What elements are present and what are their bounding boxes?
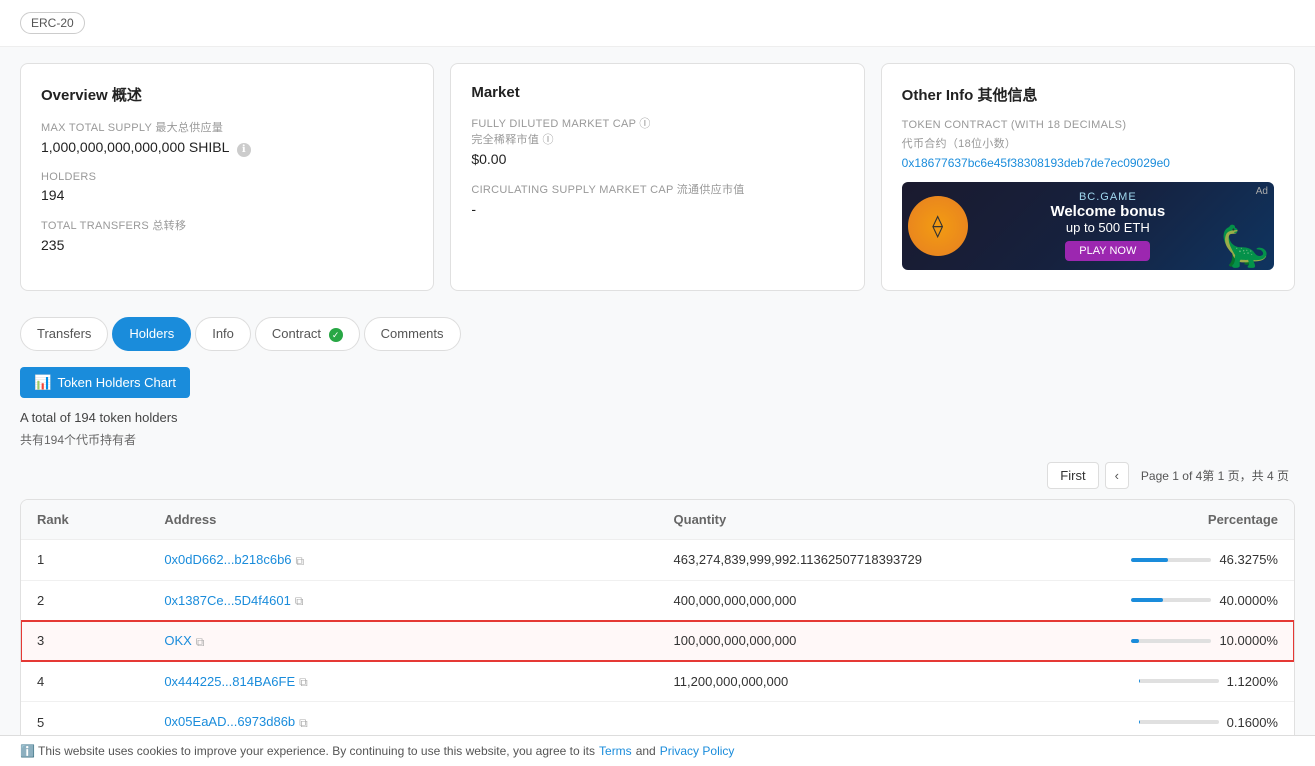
overview-card: Overview 概述 MAX TOTAL SUPPLY 最大总供应量 1,00… — [20, 63, 434, 291]
quantity-cell-1: 463,274,839,999,992.11362507718393729 — [658, 540, 1040, 581]
ad-content: BC.GAME Welcome bonus up to 500 ETH PLAY… — [1050, 191, 1165, 261]
terms-link[interactable]: Terms — [599, 744, 632, 758]
copy-icon-2[interactable]: ⧉ — [295, 594, 309, 608]
transfers-value: 235 — [41, 237, 413, 253]
ad-coin-icon: ⟠ — [908, 196, 968, 256]
tab-comments[interactable]: Comments — [364, 317, 461, 351]
percentage-cell-2: 40.0000% — [1039, 580, 1294, 621]
ad-dino-icon: 🦕 — [1220, 223, 1270, 270]
ad-headline: Welcome bonus — [1050, 203, 1165, 220]
quantity-cell-4: 11,200,000,000,000 — [658, 661, 1040, 702]
other-info-title: Other Info 其他信息 — [902, 84, 1274, 105]
contract-label: TOKEN CONTRACT (WITH 18 DECIMALS) — [902, 119, 1274, 131]
chart-icon: 📊 — [34, 374, 51, 391]
ad-label: Ad — [1256, 186, 1268, 197]
holders-total-text: A total of 194 token holders — [20, 410, 1295, 425]
tab-transfers[interactable]: Transfers — [20, 317, 108, 351]
tabs-bar: Transfers Holders Info Contract ✓ Commen… — [0, 307, 1315, 351]
transfers-label: TOTAL TRANSFERS 总转移 — [41, 217, 413, 233]
col-header-address: Address — [148, 500, 657, 540]
holders-table-wrap: Rank Address Quantity Percentage 10x0dD6… — [20, 499, 1295, 743]
top-bar: ERC-20 — [0, 0, 1315, 47]
holders-total-cn: 共有194个代币持有者 — [20, 431, 1295, 448]
copy-icon-1[interactable]: ⧉ — [296, 554, 310, 568]
pct-text-4: 1.1200% — [1227, 674, 1278, 689]
holders-value: 194 — [41, 187, 413, 203]
holders-table: Rank Address Quantity Percentage 10x0dD6… — [21, 500, 1294, 742]
address-link-4[interactable]: 0x444225...814BA6FE — [164, 674, 295, 689]
percentage-cell-1: 46.3275% — [1039, 540, 1294, 581]
rank-1: 1 — [21, 540, 148, 581]
table-row: 1 0x0dD662...b218c6b6 ⧉ 463,274,839,999,992… — [21, 540, 1294, 581]
erc20-badge: ERC-20 — [20, 12, 85, 34]
holders-label: HOLDERS — [41, 171, 413, 183]
content-area: 📊 Token Holders Chart A total of 194 tok… — [0, 351, 1315, 759]
first-page-btn[interactable]: First — [1047, 462, 1098, 489]
pagination-row: First ‹ Page 1 of 4第 1 页，共 4 页 — [20, 462, 1295, 489]
ad-banner[interactable]: Ad ⟠ BC.GAME Welcome bonus up to 500 ETH… — [902, 182, 1274, 270]
copy-icon-5[interactable]: ⧉ — [299, 716, 313, 730]
ad-brand: BC.GAME — [1050, 191, 1165, 203]
supply-label: MAX TOTAL SUPPLY 最大总供应量 — [41, 119, 413, 135]
address-cell-2: 0x1387Ce...5D4f4601 ⧉ — [148, 580, 657, 621]
fdmc-label: FULLY DILUTED MARKET CAP ⓘ完全稀释市值 ⓘ — [471, 115, 843, 147]
contract-verified-icon: ✓ — [329, 328, 343, 342]
fdmc-value: $0.00 — [471, 151, 843, 167]
table-row: 2 0x1387Ce...5D4f4601 ⧉ 400,000,000,000,000… — [21, 580, 1294, 621]
token-holders-chart-btn[interactable]: 📊 Token Holders Chart — [20, 367, 190, 398]
cookie-bar: ℹ️ This website uses cookies to improve … — [0, 735, 1315, 766]
other-info-card: Other Info 其他信息 TOKEN CONTRACT (WITH 18 … — [881, 63, 1295, 291]
pct-text-2: 40.0000% — [1219, 593, 1278, 608]
col-header-rank: Rank — [21, 500, 148, 540]
tab-contract[interactable]: Contract ✓ — [255, 317, 360, 351]
rank-3: 3 — [21, 621, 148, 662]
rank-2: 2 — [21, 580, 148, 621]
address-link-1[interactable]: 0x0dD662...b218c6b6 — [164, 552, 291, 567]
pct-text-1: 46.3275% — [1219, 552, 1278, 567]
market-title: Market — [471, 84, 843, 101]
supply-value: 1,000,000,000,000,000 SHIBL ℹ — [41, 139, 413, 157]
quantity-cell-3: 100,000,000,000,000 — [658, 621, 1040, 662]
tab-info[interactable]: Info — [195, 317, 251, 351]
pct-text-3: 10.0000% — [1219, 633, 1278, 648]
table-header-row: Rank Address Quantity Percentage — [21, 500, 1294, 540]
market-card: Market FULLY DILUTED MARKET CAP ⓘ完全稀释市值 … — [450, 63, 864, 291]
address-cell-3: OKX ⧉ — [148, 621, 657, 662]
address-cell-4: 0x444225...814BA6FE ⧉ — [148, 661, 657, 702]
cards-row: Overview 概述 MAX TOTAL SUPPLY 最大总供应量 1,00… — [0, 47, 1315, 307]
copy-icon-3[interactable]: ⧉ — [196, 635, 210, 649]
copy-icon-4[interactable]: ⧉ — [299, 675, 313, 689]
csmc-label: CIRCULATING SUPPLY MARKET CAP 流通供应市值 — [471, 181, 843, 197]
percentage-cell-3: 10.0000% — [1039, 621, 1294, 662]
prev-page-btn[interactable]: ‹ — [1105, 462, 1129, 489]
tab-holders[interactable]: Holders — [112, 317, 191, 351]
table-row: 4 0x444225...814BA6FE ⧉ 11,200,000,000,000 1… — [21, 661, 1294, 702]
cookie-text: ℹ️ This website uses cookies to improve … — [20, 744, 595, 758]
ad-play-btn[interactable]: PLAY NOW — [1065, 241, 1150, 261]
overview-title: Overview 概述 — [41, 84, 413, 105]
table-row: 3 OKX ⧉ 100,000,000,000,000 10.0000% — [21, 621, 1294, 662]
cookie-and: and — [636, 744, 656, 758]
address-link-5[interactable]: 0x05EaAD...6973d86b — [164, 714, 295, 729]
supply-info-icon[interactable]: ℹ — [237, 143, 251, 157]
percentage-cell-4: 1.1200% — [1039, 661, 1294, 702]
rank-4: 4 — [21, 661, 148, 702]
col-header-quantity: Quantity — [658, 500, 1040, 540]
address-link-2[interactable]: 0x1387Ce...5D4f4601 — [164, 593, 290, 608]
address-cell-1: 0x0dD662...b218c6b6 ⧉ — [148, 540, 657, 581]
ad-sub: up to 500 ETH — [1050, 220, 1165, 235]
contract-label-cn: 代币合约（18位小数） — [902, 135, 1274, 151]
privacy-link[interactable]: Privacy Policy — [660, 744, 735, 758]
address-link-3[interactable]: OKX — [164, 633, 191, 648]
col-header-percentage: Percentage — [1039, 500, 1294, 540]
contract-address-link[interactable]: 0x18677637bc6e45f38308193deb7de7ec09029e… — [902, 156, 1170, 170]
csmc-value: - — [471, 201, 843, 217]
pct-text-5: 0.1600% — [1227, 715, 1278, 730]
quantity-cell-2: 400,000,000,000,000 — [658, 580, 1040, 621]
page-info: Page 1 of 4第 1 页，共 4 页 — [1135, 467, 1295, 484]
